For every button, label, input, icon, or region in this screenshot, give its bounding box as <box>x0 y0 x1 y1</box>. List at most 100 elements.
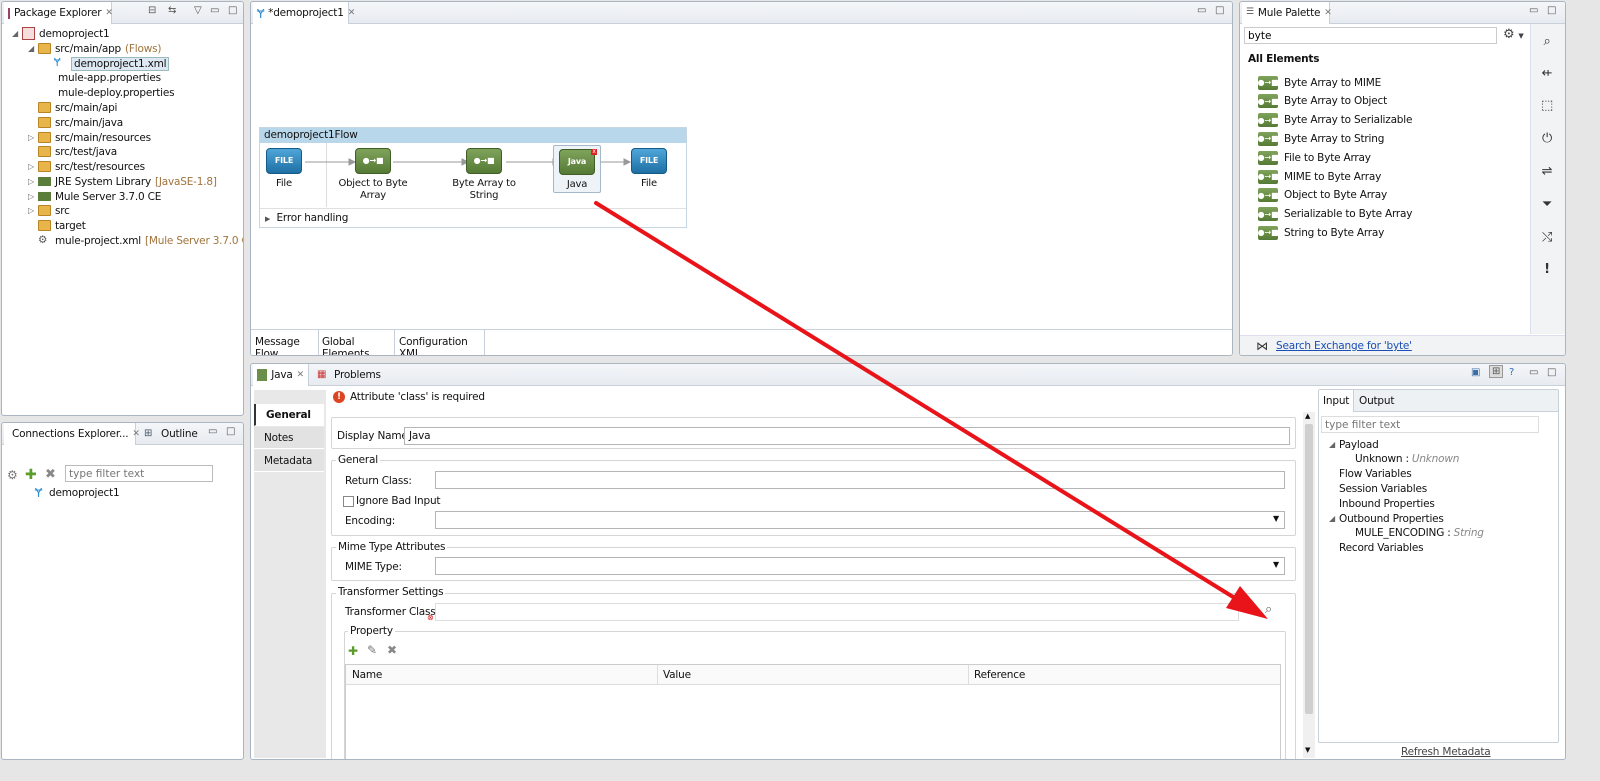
tab-mule-palette[interactable]: ☰ Mule Palette ✕ <box>1242 2 1332 24</box>
tree-item[interactable]: mule-app.properties <box>44 70 165 85</box>
tree-item[interactable]: ▷ src/main/resources <box>28 130 155 145</box>
delete-property-icon[interactable]: ✖ <box>387 643 397 657</box>
gear-icon[interactable]: ⚙ <box>7 468 18 482</box>
metadata-tree-item[interactable]: Record Variables <box>1339 541 1426 556</box>
flow-node-byte-array-to-string[interactable]: ●→■ Byte Array to String <box>443 148 525 202</box>
view-menu-icon[interactable]: ▽ <box>194 5 202 16</box>
edit-property-icon[interactable]: ✎ <box>367 643 377 657</box>
tree-item[interactable]: src/test/java <box>28 144 121 159</box>
tree-item[interactable]: ⚙ mule-project.xml [Mule Server 3.7.0 CE] <box>28 233 243 248</box>
flow-node-file-outbound[interactable]: FILE File <box>628 148 670 190</box>
column-name[interactable]: Name <box>352 669 382 681</box>
ignore-bad-input-checkbox[interactable]: Ignore Bad Input <box>343 495 441 507</box>
scroll-down-icon[interactable]: ▼ <box>1305 746 1310 754</box>
save-metadata-icon[interactable]: ▣ <box>1471 367 1480 378</box>
close-icon[interactable]: ✕ <box>105 8 113 18</box>
maximize-icon[interactable]: □ <box>226 426 235 437</box>
flow-control-icon[interactable]: ⤭ <box>1539 230 1555 246</box>
tree-item[interactable]: ◢ src/main/app (Flows) <box>28 41 161 56</box>
side-tab-notes[interactable]: Notes <box>254 427 324 449</box>
tab-problems[interactable]: ▦ Problems <box>313 364 385 386</box>
expand-toggle-icon[interactable]: ▷ <box>28 206 38 215</box>
link-editor-icon[interactable]: ⇆ <box>168 5 176 16</box>
tab-package-explorer[interactable]: Package Explorer ✕ <box>4 2 113 24</box>
palette-item[interactable]: ●→■ MIME to Byte Array <box>1258 168 1381 185</box>
tree-item[interactable]: target <box>28 218 90 233</box>
delete-icon[interactable]: ✖ <box>45 467 56 482</box>
palette-settings-icon[interactable]: ⚙ ▼ <box>1503 27 1524 42</box>
connections-filter-input[interactable] <box>65 465 213 482</box>
side-tab-general[interactable]: General <box>254 404 324 426</box>
tab-message-flow[interactable]: Message Flow <box>251 330 319 355</box>
flow-node-file-source[interactable]: FILE File <box>263 148 305 190</box>
transformer-category-icon[interactable]: ⇌ <box>1539 164 1555 180</box>
search-exchange-link[interactable]: Search Exchange for 'byte' <box>1276 340 1412 352</box>
close-icon[interactable]: ✕ <box>1324 8 1332 18</box>
column-value[interactable]: Value <box>663 669 691 681</box>
metadata-tree-icon[interactable]: ⊞ <box>1489 365 1504 378</box>
filter-icon[interactable]: ⏷ <box>1539 197 1555 213</box>
component-icon[interactable]: ⏻ <box>1539 131 1555 147</box>
add-class-icon[interactable]: ✚ <box>1246 603 1257 618</box>
scope-icon[interactable]: ⬚ <box>1539 98 1555 114</box>
palette-item[interactable]: ●→■ File to Byte Array <box>1258 149 1371 166</box>
return-class-input[interactable] <box>435 471 1285 489</box>
palette-item[interactable]: ●→■ Byte Array to Serializable <box>1258 112 1412 129</box>
flow-node-java[interactable]: Java Java x <box>553 145 601 193</box>
add-property-icon[interactable]: ✚ <box>348 644 358 658</box>
tab-java[interactable]: Java ✕ <box>253 364 309 386</box>
expand-toggle-icon[interactable]: ◢ <box>12 29 22 38</box>
palette-item[interactable]: ●→■ Byte Array to MIME <box>1258 74 1381 91</box>
tree-item[interactable]: ▷ JRE System Library [JavaSE-1.8] <box>28 174 217 189</box>
minimize-icon[interactable]: ▭ <box>1529 367 1538 378</box>
error-handling-icon[interactable]: ! <box>1539 262 1555 278</box>
refresh-metadata-link[interactable]: Refresh Metadata <box>1401 746 1491 758</box>
tree-item[interactable]: ▷ src/test/resources <box>28 159 149 174</box>
close-icon[interactable]: ✕ <box>297 370 305 380</box>
scroll-thumb[interactable] <box>1305 424 1313 714</box>
tab-input[interactable]: Input <box>1319 390 1355 412</box>
tab-global-elements[interactable]: Global Elements <box>319 330 395 355</box>
flow-node-object-to-byte-array[interactable]: ●→■ Object to Byte Array <box>333 148 413 202</box>
palette-item[interactable]: ●→■ String to Byte Array <box>1258 224 1384 241</box>
endpoint-icon[interactable]: ⇷ <box>1539 66 1555 82</box>
tab-output[interactable]: Output <box>1355 390 1398 412</box>
connection-item[interactable]: Ɏ demoproject1 <box>32 485 120 500</box>
metadata-tree-item[interactable]: Inbound Properties <box>1339 496 1438 511</box>
metadata-tree-item[interactable]: ◢ Payload <box>1329 437 1382 452</box>
maximize-icon[interactable]: □ <box>228 5 237 16</box>
tree-item[interactable]: mule-deploy.properties <box>44 85 178 100</box>
tab-connections-explorer[interactable]: Connections Explorer... ✕ <box>4 423 140 445</box>
maximize-icon[interactable]: □ <box>1547 367 1556 378</box>
minimize-icon[interactable]: ▭ <box>208 426 217 437</box>
metadata-tree-item[interactable]: ◢ Outbound Properties <box>1329 511 1447 526</box>
palette-item[interactable]: ●→■ Byte Array to Object <box>1258 93 1387 110</box>
add-icon[interactable]: ✚ <box>25 467 37 483</box>
tree-item[interactable]: src/main/api <box>28 100 121 115</box>
expand-toggle-icon[interactable]: ▷ <box>28 192 38 201</box>
tree-item[interactable]: ▷ src <box>28 203 74 218</box>
expand-toggle-icon[interactable]: ▷ <box>28 162 38 171</box>
tree-item[interactable]: ▷ Mule Server 3.7.0 CE <box>28 189 165 204</box>
expand-toggle-icon[interactable]: ◢ <box>28 44 38 53</box>
tree-item[interactable]: src/main/java <box>28 115 127 130</box>
side-tab-metadata[interactable]: Metadata <box>254 450 324 472</box>
search-class-icon[interactable]: ⌕ <box>1265 602 1272 617</box>
tree-item[interactable]: Ɏdemoproject1.xml <box>44 56 173 71</box>
maximize-icon[interactable]: □ <box>1547 5 1556 16</box>
expand-toggle-icon[interactable]: ◢ <box>1329 514 1339 523</box>
collapse-all-icon[interactable]: ⊟ <box>148 5 156 16</box>
minimize-icon[interactable]: ▭ <box>210 5 219 16</box>
scroll-up-icon[interactable]: ▲ <box>1305 412 1310 420</box>
tab-outline[interactable]: ⊞ Outline <box>140 423 202 445</box>
close-icon[interactable]: ✕ <box>132 429 140 439</box>
metadata-filter-input[interactable] <box>1321 416 1539 433</box>
minimize-icon[interactable]: ▭ <box>1529 5 1538 16</box>
metadata-tree-item[interactable]: Session Variables <box>1339 481 1430 496</box>
transformer-class-input[interactable] <box>435 603 1239 621</box>
encoding-select[interactable]: ▼ <box>435 511 1285 529</box>
metadata-tree-item[interactable]: MULE_ENCODING : String <box>1355 526 1484 541</box>
palette-item[interactable]: ●→■ Object to Byte Array <box>1258 187 1387 204</box>
column-reference[interactable]: Reference <box>974 669 1025 681</box>
palette-item[interactable]: ●→■ Byte Array to String <box>1258 130 1384 147</box>
